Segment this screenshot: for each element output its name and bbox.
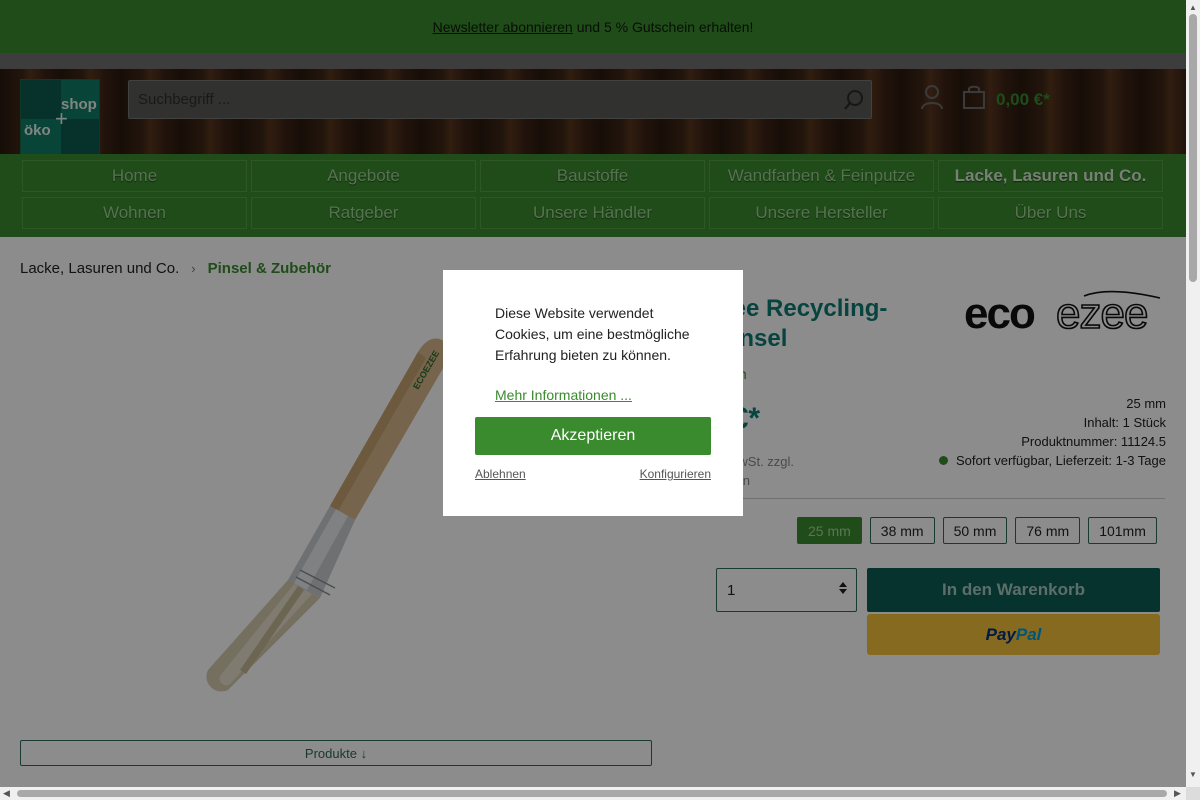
scroll-right-icon[interactable]: ▶ <box>1174 788 1181 799</box>
scroll-left-icon[interactable]: ◀ <box>3 788 10 799</box>
horizontal-scrollbar[interactable]: ◀ ▶ <box>0 787 1186 800</box>
vertical-scrollbar[interactable]: ▲ ▼ <box>1186 0 1200 787</box>
cookie-text: Diese Website verwendet Cookies, um eine… <box>495 305 690 363</box>
cookie-configure-link[interactable]: Konfigurieren <box>640 467 711 481</box>
cookie-consent-modal: Diese Website verwendet Cookies, um eine… <box>443 270 743 516</box>
cookie-decline-link[interactable]: Ablehnen <box>475 467 526 481</box>
scrollbar-corner <box>1186 787 1200 800</box>
scroll-up-icon[interactable]: ▲ <box>1189 3 1197 12</box>
cookie-accept-button[interactable]: Akzeptieren <box>475 417 711 455</box>
scroll-down-icon[interactable]: ▼ <box>1189 770 1197 779</box>
vertical-scroll-thumb[interactable] <box>1189 14 1197 282</box>
horizontal-scroll-thumb[interactable] <box>17 790 1167 797</box>
cookie-more-info-link[interactable]: Mehr Informationen ... <box>495 387 632 403</box>
